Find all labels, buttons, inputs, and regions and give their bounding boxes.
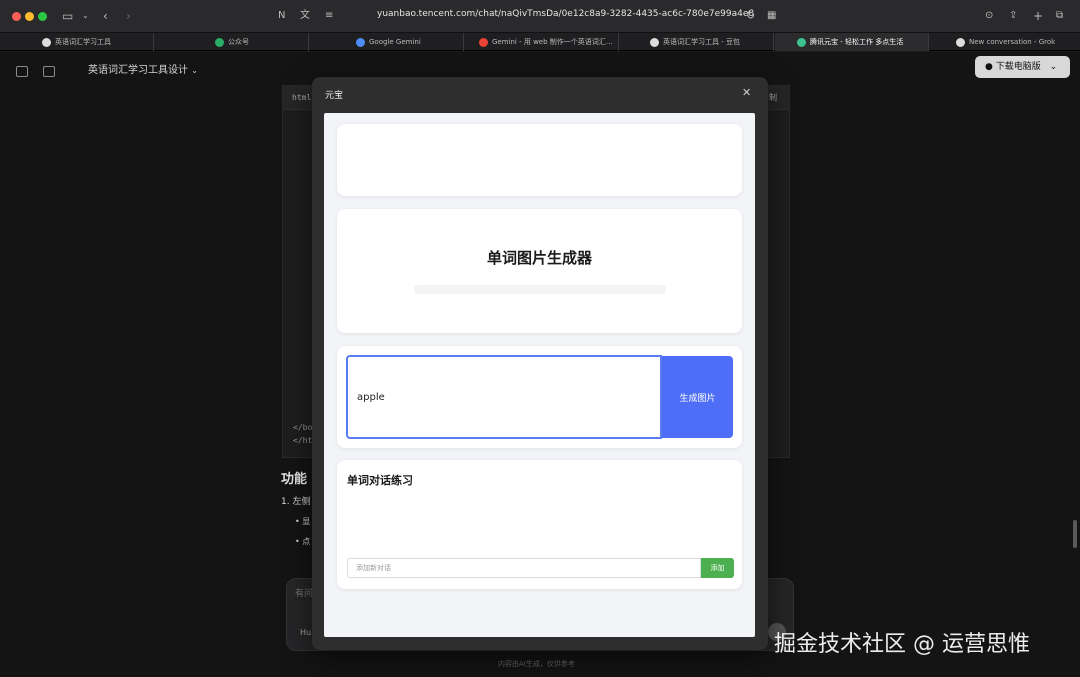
tab-grok[interactable]: New conversation - Grok xyxy=(930,33,1080,51)
header-card: 单词图片生成器 xyxy=(337,209,742,333)
forward-icon[interactable]: › xyxy=(126,8,131,24)
tab-vocab-tool[interactable]: 英语词汇学习工具 xyxy=(0,33,154,51)
new-dialog-input[interactable] xyxy=(347,558,701,578)
tab-google-gemini[interactable]: Google Gemini xyxy=(310,33,464,51)
app-title: 单词图片生成器 xyxy=(486,249,592,267)
reader-icon[interactable]: ≡ xyxy=(325,8,333,24)
translate-extension-icon[interactable]: 文 xyxy=(300,8,310,24)
wechat-icon xyxy=(215,37,224,47)
address-bar[interactable]: yuanbao.tencent.com/chat/naQivTmsDa/0e12… xyxy=(377,9,754,19)
word-input[interactable] xyxy=(346,355,662,439)
new-chat-icon[interactable] xyxy=(43,66,55,77)
gemini-icon xyxy=(356,37,365,47)
tab-gemini-chat[interactable]: Gemini - 用 web 制作一个英语词汇… xyxy=(465,33,619,51)
code-language: html xyxy=(292,93,312,102)
sidebar-toggle-icon[interactable]: ▭ xyxy=(62,8,73,24)
modal-title: 元宝 xyxy=(325,91,344,101)
chevron-down-icon: ⌄ xyxy=(1049,62,1058,72)
dialog-practice-title: 单词对话练习 xyxy=(347,474,413,487)
extensions-grid-icon[interactable]: ▦ xyxy=(767,8,776,24)
list-item: • 显 xyxy=(295,517,311,526)
list-item: 1. 左侧 xyxy=(281,497,311,507)
tab-yuanbao[interactable]: 腾讯元宝 - 轻松工作 多点生活 xyxy=(775,33,929,51)
chat-title[interactable]: 英语词汇学习工具设计 ⌄ xyxy=(88,61,198,76)
back-icon[interactable]: ‹ xyxy=(103,8,108,24)
watermark: 掘金技术社区 @ 运营思惟 xyxy=(774,632,1030,657)
chevron-down-icon: ⌄ xyxy=(191,66,198,75)
browser-toolbar: ▭ ⌄ ‹ › N 文 ≡ yuanbao.tencent.com/chat/n… xyxy=(0,0,1080,33)
chat-input-placeholder: 有问 xyxy=(295,589,314,599)
close-window-button[interactable] xyxy=(12,12,21,21)
subtitle-placeholder-bar xyxy=(414,285,666,294)
close-icon[interactable]: ✕ xyxy=(742,86,751,99)
tab-doubao[interactable]: 英语词汇学习工具 - 豆包 xyxy=(620,33,774,51)
notion-extension-icon[interactable]: N xyxy=(278,8,285,24)
tab-label: Gemini - 用 web 制作一个英语词汇… xyxy=(492,38,613,46)
minimize-window-button[interactable] xyxy=(25,12,34,21)
tab-label: New conversation - Grok xyxy=(969,38,1056,46)
tab-label: 腾讯元宝 - 轻松工作 多点生活 xyxy=(810,38,904,46)
download-desktop-button[interactable]: ● 下载电脑版 ⌄ xyxy=(975,56,1070,78)
ai-disclaimer: 内容由AI生成，仅供参考 xyxy=(498,660,575,668)
list-item: • 点 xyxy=(295,537,311,546)
dialog-practice-card: 单词对话练习 添加 xyxy=(337,460,742,589)
tab-overview-icon[interactable]: ⧉ xyxy=(1056,8,1063,24)
code-line: </bo xyxy=(293,423,313,432)
page-scrollbar[interactable] xyxy=(1073,520,1077,548)
tab-label: 英语词汇学习工具 xyxy=(55,38,111,46)
zoom-window-button[interactable] xyxy=(38,12,47,21)
copy-code-button[interactable]: 制 xyxy=(769,86,777,110)
yuanbao-icon xyxy=(797,37,806,47)
grok-icon xyxy=(956,37,965,47)
new-tab-icon[interactable]: + xyxy=(1033,8,1043,24)
sidebar-panel-icon[interactable] xyxy=(16,66,28,77)
code-line: </ht xyxy=(293,436,313,445)
tab-label: 公众号 xyxy=(228,38,249,46)
generate-image-button[interactable]: 生成图片 xyxy=(662,356,733,438)
image-display-card xyxy=(337,124,742,196)
tab-bar: 英语词汇学习工具 公众号 Google Gemini Gemini - 用 we… xyxy=(0,33,1080,51)
html-preview: 单词图片生成器 生成图片 单词对话练习 添加 xyxy=(324,113,755,637)
download-icon[interactable]: ⊙ xyxy=(985,8,993,24)
chevron-down-icon[interactable]: ⌄ xyxy=(82,8,89,24)
site-icon xyxy=(42,37,51,47)
model-selector[interactable]: Hu xyxy=(300,628,311,637)
tab-official-account[interactable]: 公众号 xyxy=(155,33,309,51)
add-dialog-button[interactable]: 添加 xyxy=(701,558,734,578)
doubao-icon xyxy=(650,37,659,47)
reload-icon[interactable]: ↻ xyxy=(746,8,755,24)
word-input-card: 生成图片 xyxy=(337,346,742,448)
preview-modal: 元宝 ✕ 单词图片生成器 生成图片 单词对话练习 添加 xyxy=(312,77,768,650)
apple-icon: ● xyxy=(985,62,993,72)
google-icon xyxy=(479,37,488,47)
share-icon[interactable]: ⇪ xyxy=(1009,8,1017,24)
section-heading: 功能 xyxy=(281,472,308,487)
tab-label: Google Gemini xyxy=(369,38,421,46)
tab-label: 英语词汇学习工具 - 豆包 xyxy=(663,38,740,46)
